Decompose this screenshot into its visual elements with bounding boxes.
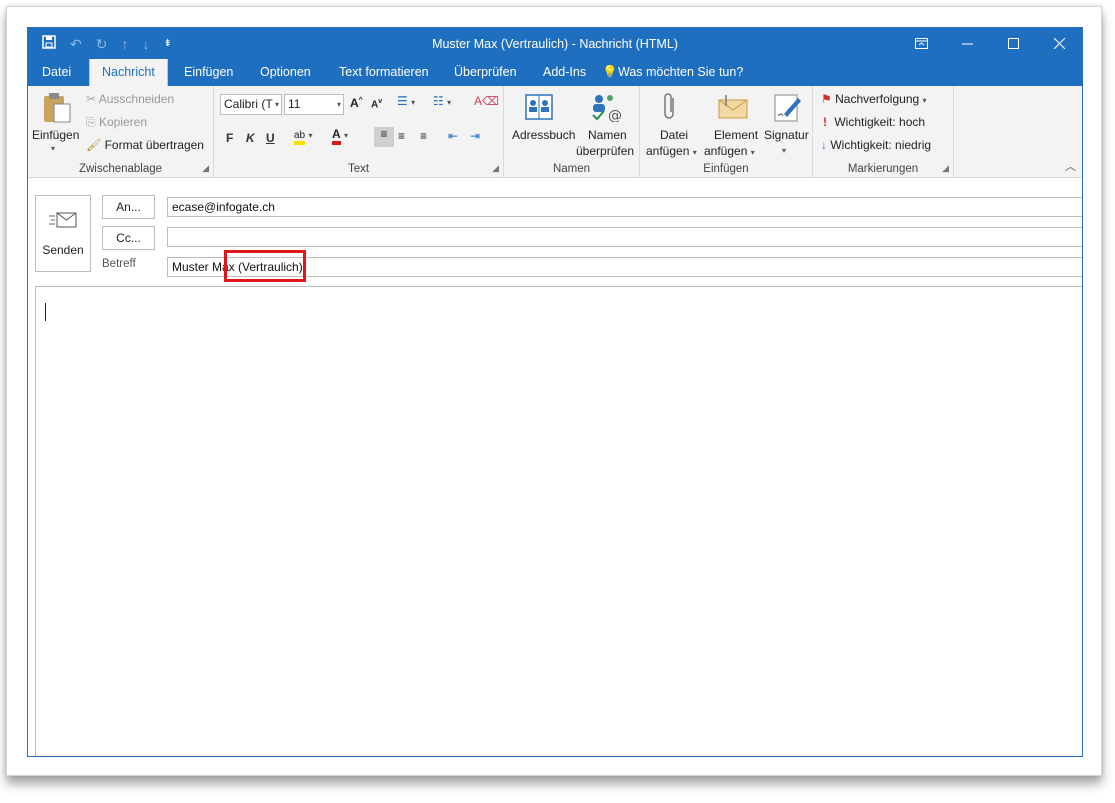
dialog-launcher-icon[interactable]: ◢ — [942, 163, 949, 174]
group-names: Adressbuch @ Namen überprüfen Namen — [504, 86, 640, 178]
paperclip-icon — [664, 93, 674, 119]
address-book-icon — [525, 94, 553, 120]
attach-item-button[interactable]: Element anfügen ▾ — [700, 90, 758, 158]
exclamation-icon: ! — [823, 115, 827, 129]
italic-button[interactable]: K — [246, 131, 255, 145]
align-right-icon[interactable]: ≡ — [420, 129, 427, 143]
signature-icon — [774, 94, 801, 122]
align-left-icon[interactable]: ≡ — [374, 127, 394, 147]
tab-einfuegen[interactable]: Einfügen — [172, 59, 245, 86]
collapse-ribbon-icon[interactable]: ︿ — [1065, 158, 1076, 174]
bullets-icon[interactable]: ☰ ▾ — [397, 94, 415, 108]
send-button[interactable]: Senden — [35, 195, 91, 272]
to-button[interactable]: An... — [102, 195, 155, 219]
paste-icon — [44, 93, 71, 123]
chevron-down-icon: ▾ — [274, 100, 279, 109]
lightbulb-icon: 💡 — [602, 65, 618, 79]
underline-button[interactable]: U — [266, 131, 275, 145]
close-icon[interactable] — [1036, 28, 1082, 59]
tab-optionen[interactable]: Optionen — [248, 59, 323, 86]
text-caret — [45, 303, 46, 321]
title-bar: ↶ ↻ ↑ ↓ ⇟ Muster Max (Vertraulich) - Nac… — [28, 28, 1082, 59]
group-label-include: Einfügen — [703, 163, 749, 175]
highlight-color-icon[interactable]: ab ▾ — [294, 127, 312, 145]
group-tags: ⚑ Nachverfolgung ▾ ! Wichtigkeit: hoch ↓… — [813, 86, 954, 178]
font-size-combo[interactable]: 11 ▾ — [284, 94, 344, 115]
cut-button[interactable]: ✂ Ausschneiden — [86, 92, 174, 106]
ribbon: Einfügen ▾ ✂ Ausschneiden ⎘ Kopieren 🖌 F… — [28, 86, 1082, 178]
arrow-down-icon: ↓ — [821, 138, 827, 152]
maximize-icon[interactable] — [990, 28, 1036, 59]
tab-datei[interactable]: Datei — [30, 59, 83, 86]
tab-add-ins[interactable]: Add-Ins — [531, 59, 598, 86]
flag-icon: ⚑ — [821, 92, 832, 106]
group-clipboard: Einfügen ▾ ✂ Ausschneiden ⎘ Kopieren 🖌 F… — [28, 86, 214, 178]
grow-font-icon[interactable]: A^ — [350, 96, 363, 110]
chevron-down-icon: ▾ — [922, 96, 927, 105]
chevron-down-icon: ▾ — [782, 146, 787, 155]
subject-label: Betreff — [102, 258, 136, 270]
font-color-icon[interactable]: A ▾ — [332, 127, 348, 145]
svg-text:@: @ — [608, 108, 622, 122]
cc-button[interactable]: Cc... — [102, 226, 155, 250]
clear-formatting-icon[interactable]: A⌫ — [474, 94, 499, 108]
numbering-icon[interactable]: ☷ ▾ — [433, 94, 451, 108]
increase-indent-icon[interactable]: ⇥ — [470, 129, 480, 143]
address-book-button[interactable]: Adressbuch — [508, 90, 575, 150]
minimize-icon[interactable] — [944, 28, 990, 59]
paste-button[interactable]: Einfügen ▾ — [32, 90, 79, 156]
dialog-launcher-icon[interactable]: ◢ — [202, 163, 209, 174]
copy-button[interactable]: ⎘ Kopieren — [86, 115, 147, 130]
window-controls — [898, 28, 1082, 59]
align-center-icon[interactable]: ≡ — [398, 129, 405, 143]
ribbon-tabs: Datei Nachricht Einfügen Optionen Text f… — [28, 59, 1082, 86]
cc-field[interactable] — [167, 227, 1082, 247]
low-importance-button[interactable]: ↓ Wichtigkeit: niedrig — [821, 138, 931, 152]
group-label-tags: Markierungen — [847, 163, 919, 175]
outlook-message-window: ↶ ↻ ↑ ↓ ⇟ Muster Max (Vertraulich) - Nac… — [27, 27, 1083, 757]
screenshot-frame: ↶ ↻ ↑ ↓ ⇟ Muster Max (Vertraulich) - Nac… — [6, 6, 1102, 776]
send-envelope-icon — [49, 212, 77, 228]
highlight-box — [224, 250, 306, 282]
check-names-icon: @ — [592, 95, 622, 122]
message-body[interactable] — [35, 286, 1082, 756]
scissors-icon: ✂ — [86, 92, 97, 106]
bold-button[interactable]: F — [226, 131, 233, 145]
check-names-button[interactable]: @ Namen überprüfen — [574, 90, 636, 158]
shrink-font-icon[interactable]: Av — [371, 98, 382, 110]
copy-icon: ⎘ — [86, 115, 96, 129]
follow-up-button[interactable]: ⚑ Nachverfolgung ▾ — [821, 92, 927, 106]
chevron-down-icon: ▾ — [692, 148, 697, 157]
group-include: Datei anfügen ▾ Element anfügen ▾ Signat… — [640, 86, 813, 178]
tab-text-formatieren[interactable]: Text formatieren — [327, 59, 441, 86]
font-name-combo[interactable]: Calibri (T ▾ — [220, 94, 282, 115]
tell-me-search[interactable]: 💡 Was möchten Sie tun? — [600, 59, 755, 86]
tab-ueberpruefen[interactable]: Überprüfen — [442, 59, 529, 86]
ribbon-display-icon[interactable] — [898, 28, 944, 59]
dialog-launcher-icon[interactable]: ◢ — [492, 163, 499, 174]
group-label-clipboard: Zwischenablage — [78, 163, 163, 175]
group-label-text: Text — [347, 163, 370, 175]
decrease-indent-icon[interactable]: ⇤ — [448, 129, 458, 143]
high-importance-button[interactable]: ! Wichtigkeit: hoch — [823, 115, 925, 129]
chevron-down-icon: ▾ — [51, 144, 56, 153]
group-text: Calibri (T ▾ 11 ▾ A^ Av ☰ ▾ ☷ ▾ A⌫ F K U a… — [214, 86, 504, 178]
signature-button[interactable]: Signatur ▾ — [762, 90, 810, 158]
format-painter-button[interactable]: 🖌 Format übertragen — [86, 138, 204, 152]
tab-nachricht[interactable]: Nachricht — [89, 59, 168, 86]
brush-icon: 🖌 — [86, 138, 102, 152]
chevron-down-icon: ▾ — [750, 148, 755, 157]
envelope-clip-icon — [718, 95, 748, 119]
to-field[interactable]: ecase@infogate.ch — [167, 197, 1082, 217]
attach-file-button[interactable]: Datei anfügen ▾ — [644, 90, 698, 158]
chevron-down-icon: ▾ — [336, 100, 341, 109]
group-label-names: Namen — [552, 163, 591, 175]
